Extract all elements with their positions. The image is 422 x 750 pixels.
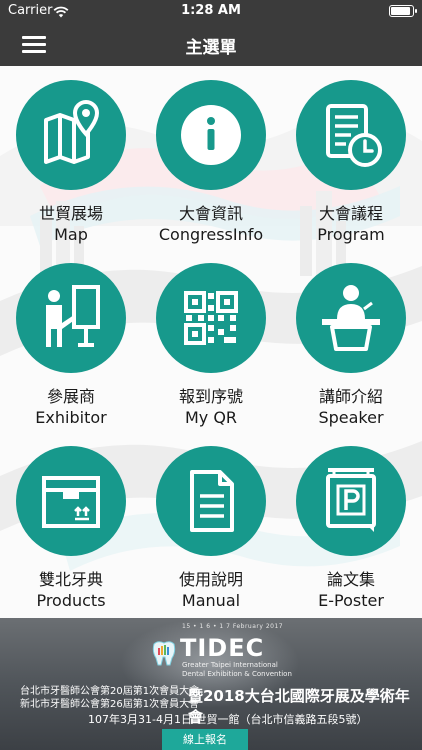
menu-tile-products[interactable]: 雙北牙典 Products (1, 432, 141, 612)
tooth-logo-icon (152, 641, 176, 666)
poster-icon (296, 446, 406, 556)
menu-label-en: Products (36, 591, 106, 610)
event-banner[interactable]: 15 • 1 6 • 1 7 February 2017 TIDEC Great… (0, 618, 422, 750)
menu-label-zh: 論文集 (326, 570, 375, 589)
menu-tile-exhibitor[interactable]: 參展商 Exhibitor (1, 249, 141, 429)
logo-subtitle: Dental Exhibition & Convention (182, 670, 292, 678)
tidec-logo: TIDEC (180, 634, 265, 662)
menu-label-zh: 報到序號 (178, 387, 243, 406)
clock: 1:28 AM (181, 3, 241, 18)
menu-label-en: My QR (184, 408, 238, 427)
menu-tile-e-poster[interactable]: 論文集 E-Poster (281, 432, 421, 612)
page-title: 主選單 (185, 38, 237, 58)
menu-label-en: Program (317, 225, 385, 244)
menu-label-zh: 使用說明 (178, 570, 243, 589)
navigation-bar: 主選單 (0, 22, 422, 66)
map-pin-icon (16, 80, 126, 190)
status-bar: Carrier 1:28 AM (0, 0, 422, 22)
menu-label-en: E-Poster (318, 591, 384, 610)
menu-label-en: Speaker (318, 408, 384, 427)
menu-label-zh: 大會議程 (318, 204, 383, 223)
document-icon (156, 446, 266, 556)
menu-label-en: Map (54, 225, 88, 244)
register-online-button[interactable]: 線上報名 (162, 729, 248, 750)
menu-label-zh: 大會資訊 (178, 204, 243, 223)
menu-tile-program[interactable]: 大會議程 Program (281, 66, 421, 246)
menu-label-zh: 世貿展場 (38, 204, 103, 223)
banner-meeting-line: 新北市牙醫師公會第26屆第1次會員大會 (20, 699, 200, 710)
battery-icon (389, 5, 417, 17)
box-icon (16, 446, 126, 556)
menu-tile-manual[interactable]: 使用說明 Manual (141, 432, 281, 612)
menu-label-zh: 雙北牙典 (38, 570, 103, 589)
menu-tile-congress-info[interactable]: 大會資訊 CongressInfo (141, 66, 281, 246)
main-menu-grid: 世貿展場 Map 大會資訊 CongressInfo 大會議程 Program … (0, 66, 422, 618)
menu-label-en: CongressInfo (158, 225, 264, 244)
menu-label-zh: 講師介紹 (318, 387, 383, 406)
presenter-icon (16, 263, 126, 373)
menu-tile-speaker[interactable]: 講師介紹 Speaker (281, 249, 421, 429)
schedule-clock-icon (296, 80, 406, 190)
qr-code-icon (156, 263, 266, 373)
podium-speaker-icon (296, 263, 406, 373)
menu-label-zh: 參展商 (46, 387, 95, 406)
info-icon (156, 80, 266, 190)
menu-tile-my-qr[interactable]: 報到序號 My QR (141, 249, 281, 429)
menu-tile-map[interactable]: 世貿展場 Map (1, 66, 141, 246)
menu-label-en: Exhibitor (35, 408, 107, 427)
logo-subtitle: Greater Taipei International (182, 661, 278, 669)
banner-dates: 15 • 1 6 • 1 7 February 2017 (182, 623, 284, 630)
menu-label-en: Manual (181, 591, 241, 610)
banner-venue: 107年3月31-4月1日 世貿一館（台北市信義路五段5號） (88, 713, 368, 726)
